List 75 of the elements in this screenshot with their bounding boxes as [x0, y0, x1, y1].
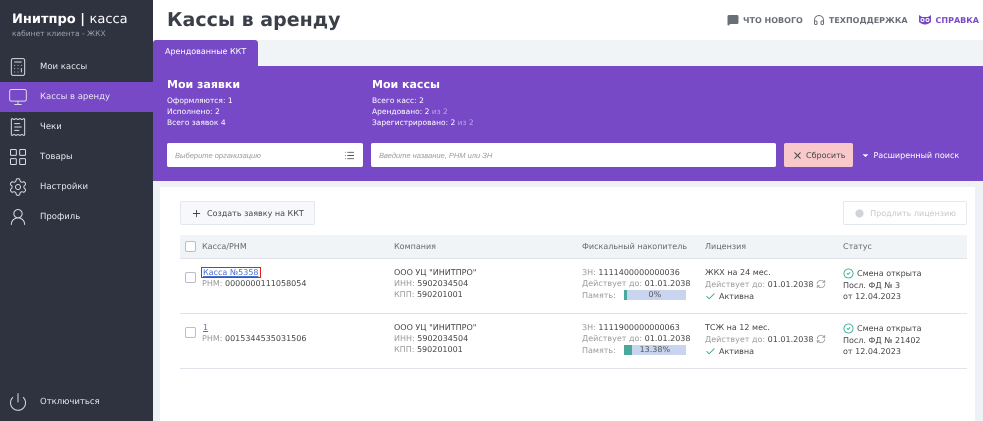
tab[interactable]: Арендованные ККТ	[153, 40, 258, 66]
inn-text: ИНН: 5902034504	[394, 334, 468, 343]
memory-value: 13.38%	[638, 345, 672, 355]
page-title: Кассы в аренду	[167, 9, 340, 31]
header-link[interactable]: ЧТО НОВОГО	[727, 14, 803, 26]
grid-icon	[8, 147, 28, 167]
column-header[interactable]: Лицензия	[705, 242, 843, 251]
kpp-text: КПП: 590201001	[394, 345, 463, 354]
check-circle-icon	[843, 323, 854, 334]
register-link[interactable]: Касса №5358	[202, 268, 260, 277]
kpp-text: КПП: 590201001	[394, 290, 463, 299]
column-header[interactable]: Компания	[394, 242, 582, 251]
column-header[interactable]: Фискальный накопитель	[582, 242, 705, 251]
refresh-icon[interactable]	[816, 334, 826, 344]
message-icon	[727, 14, 740, 26]
monitor-icon	[8, 87, 28, 107]
receipt-icon	[8, 117, 28, 137]
column-header[interactable]: Касса/РНМ	[202, 242, 394, 251]
calculator-icon	[8, 57, 28, 77]
column-header[interactable]: Статус	[843, 242, 967, 251]
plus-icon	[191, 208, 202, 218]
owl-icon	[918, 14, 932, 26]
refresh-icon[interactable]	[816, 279, 826, 289]
header-link[interactable]: ТЕХПОДДЕРЖКА	[812, 14, 908, 26]
header-link[interactable]: СПРАВКА	[918, 14, 979, 26]
license-name: ЖКХ на 24 мес.	[705, 268, 771, 277]
list-icon	[344, 150, 355, 161]
last-document-text: Посл. ФД № 3	[843, 281, 900, 290]
valid-until-text: Действует до: 01.01.2038	[582, 334, 690, 343]
headphones-icon	[812, 14, 825, 26]
summary-title: Мои заявки	[167, 78, 242, 91]
register-link[interactable]: 1	[202, 323, 210, 332]
advanced-search-link[interactable]: Расширенный поиск	[861, 150, 960, 160]
checkbox[interactable]	[185, 327, 196, 338]
sidebar-item[interactable]: Товары	[0, 142, 153, 172]
serial-text: ЗН: 1111900000000063	[582, 323, 680, 332]
valid-until-text: Действует до: 01.01.2038	[705, 334, 814, 344]
date-text: от 12.04.2023	[843, 292, 901, 301]
valid-until-text: Действует до: 01.01.2038	[705, 280, 814, 288]
sidebar-item[interactable]: Настройки	[0, 172, 153, 202]
memory-label: Память:	[582, 290, 616, 300]
shift-status: Смена открыта	[857, 324, 922, 333]
power-icon	[8, 392, 28, 412]
settings-icon	[8, 177, 28, 197]
last-document-text: Посл. ФД № 21402	[843, 336, 920, 345]
sidebar-item[interactable]: Профиль	[0, 202, 153, 232]
license-state: Активна	[719, 292, 754, 301]
check-circle-icon	[843, 268, 854, 279]
company-name: ООО УЦ "ИНИТПРО"	[394, 323, 476, 332]
sidebar-item[interactable]: Мои кассы	[0, 52, 153, 82]
date-text: от 12.04.2023	[843, 347, 901, 356]
checkbox[interactable]	[185, 241, 196, 252]
company-name: ООО УЦ "ИНИТПРО"	[394, 268, 476, 277]
sidebar-item[interactable]: Чеки	[0, 112, 153, 142]
sidebar-item[interactable]: Кассы в аренду	[0, 82, 153, 112]
person-icon	[8, 207, 28, 227]
memory-value: 0%	[647, 290, 662, 300]
close-icon	[792, 150, 803, 160]
memory-label: Память:	[582, 346, 616, 354]
serial-text: ЗН: 1111400000000036	[582, 268, 680, 277]
rnm-text: РНМ: 0015344535031506	[202, 334, 306, 343]
checkbox[interactable]	[185, 272, 196, 283]
license-name: ТСЖ на 12 мес.	[705, 323, 770, 332]
rnm-text: РНМ: 0000000111058054	[202, 279, 306, 288]
reset-button[interactable]: Сбросить	[784, 143, 854, 167]
license-state: Активна	[719, 347, 754, 356]
valid-until-text: Действует до: 01.01.2038	[582, 279, 690, 288]
create-request-button[interactable]: Создать заявку на ККТ	[180, 201, 315, 225]
check-icon	[705, 346, 716, 357]
shift-status: Смена открыта	[857, 269, 922, 278]
logout-item[interactable]: Отключиться	[0, 387, 153, 417]
summary-title: Мои кассы	[372, 78, 441, 91]
check-icon	[705, 291, 716, 302]
brand-logo: Инитпро | касса	[12, 12, 129, 27]
inn-text: ИНН: 5902034504	[394, 279, 468, 288]
